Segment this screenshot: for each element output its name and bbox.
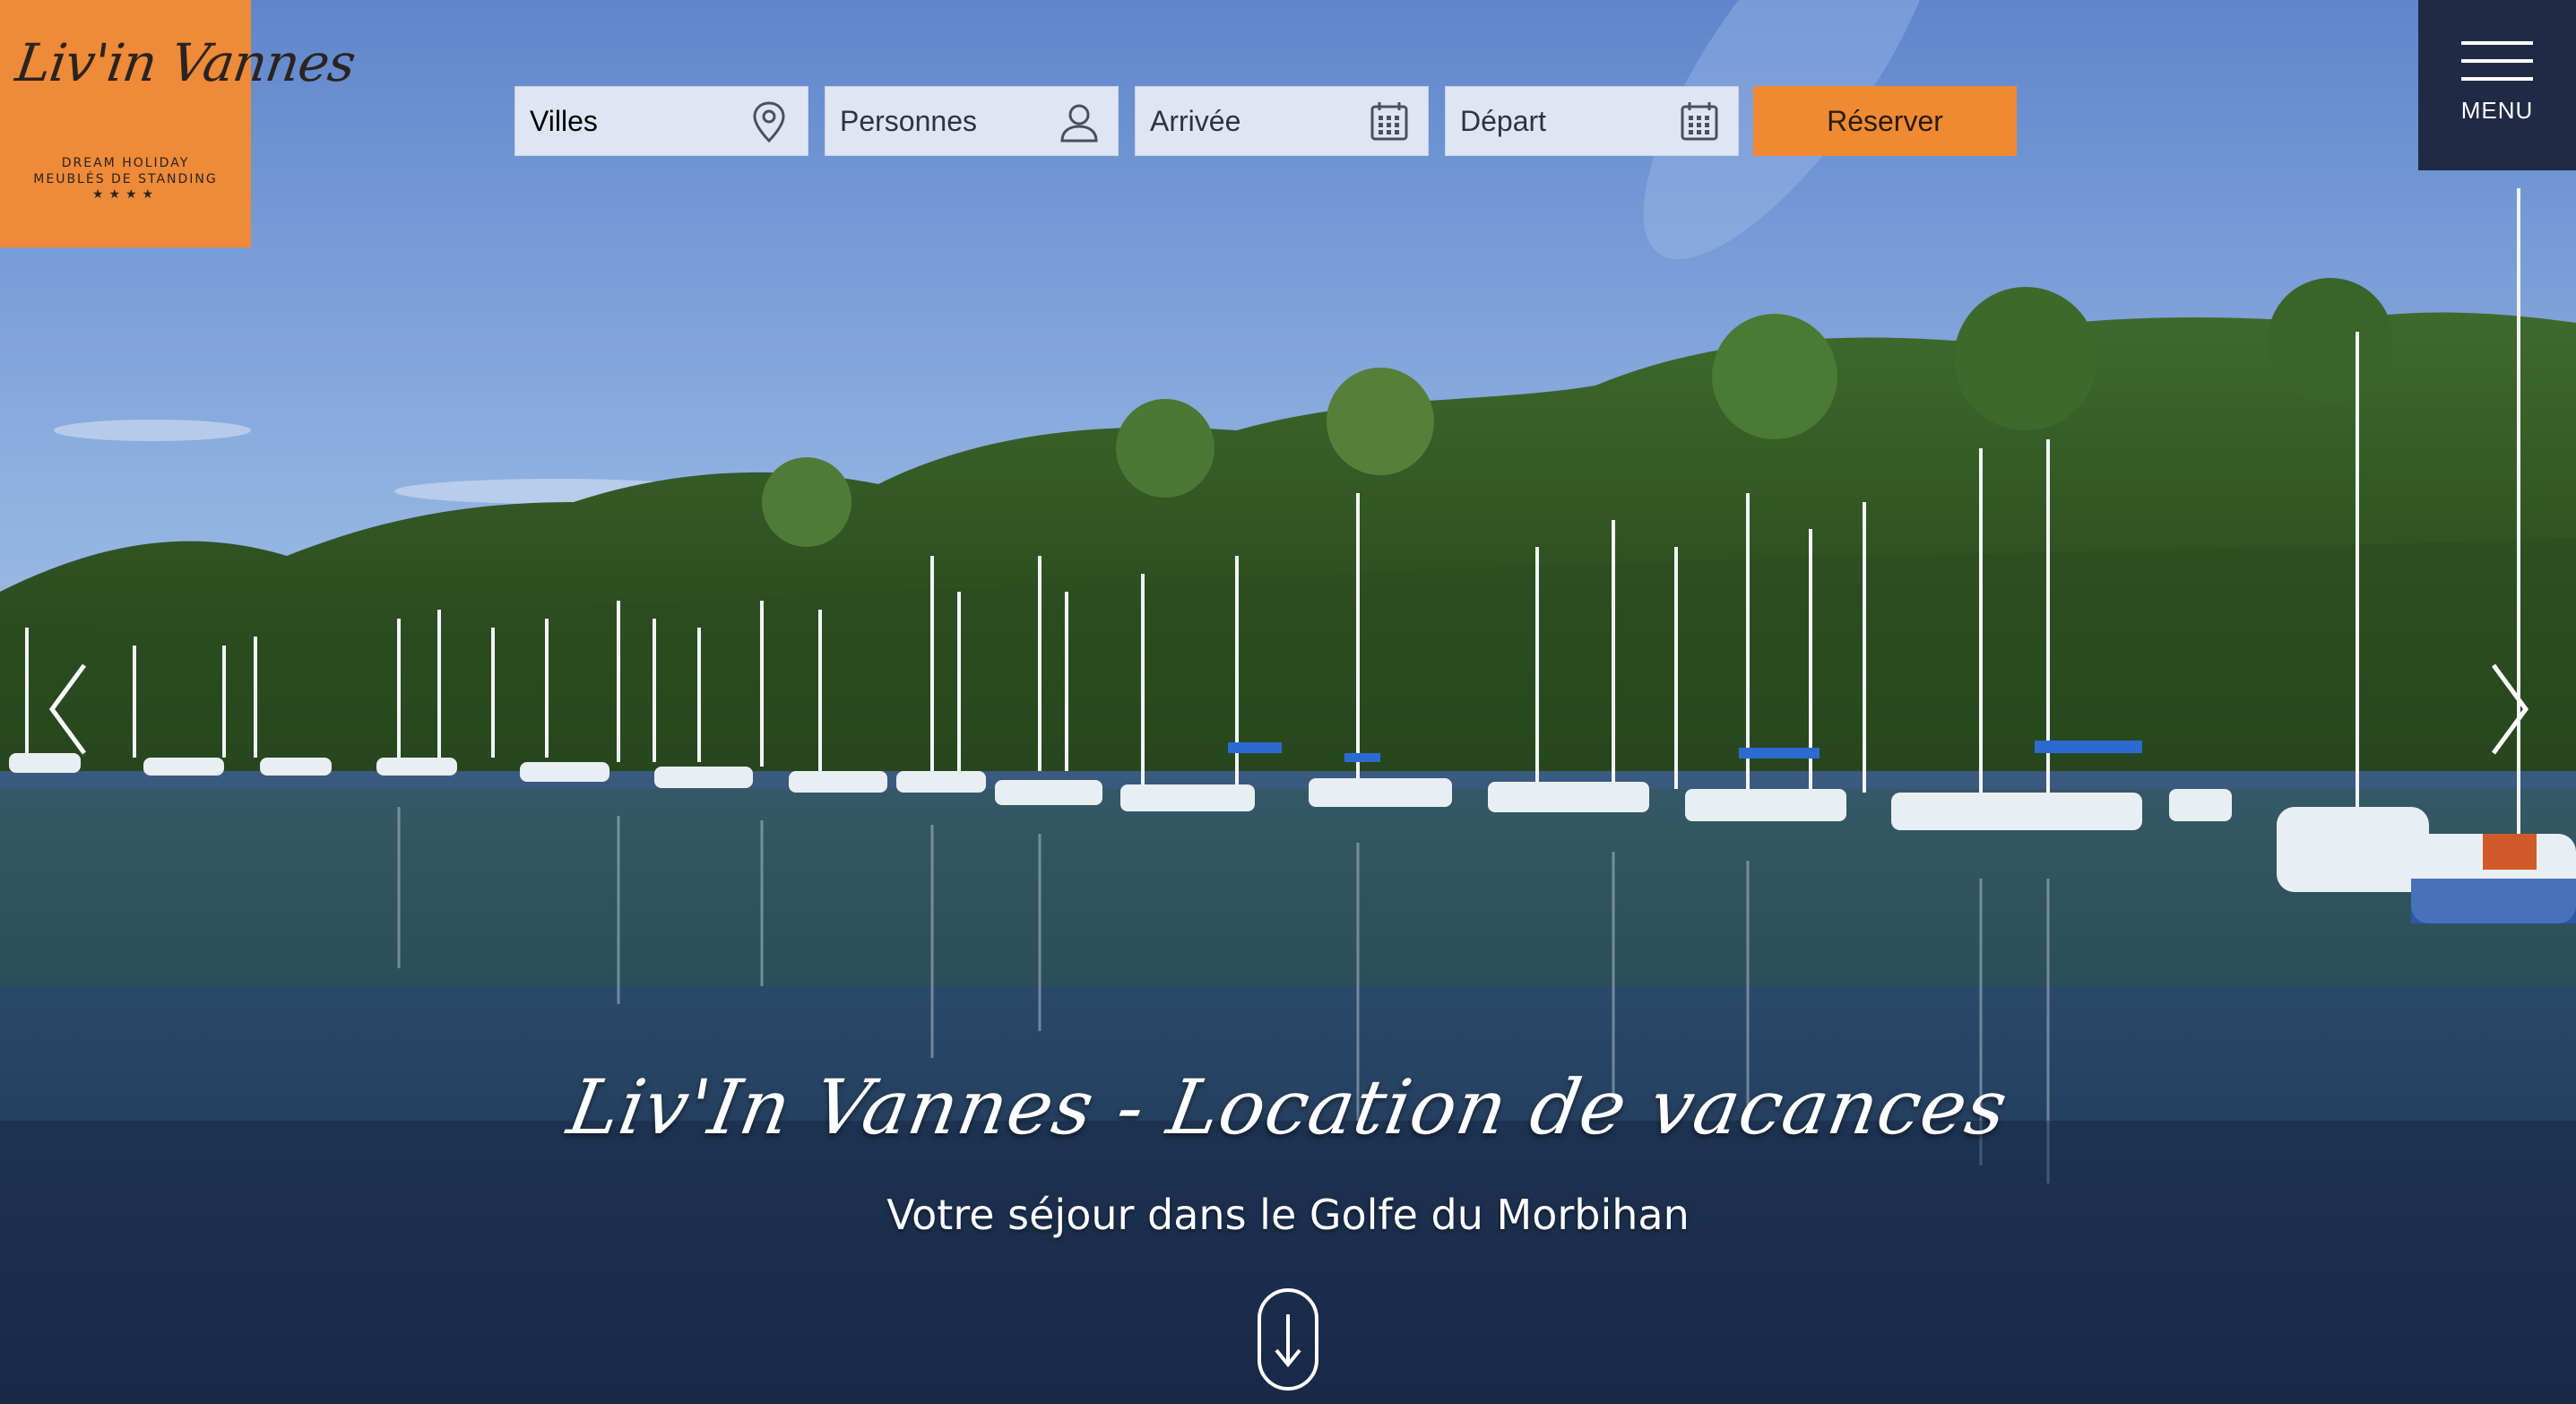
hero-slider: Liv'in Vannes DREAM HOLIDAY MEUBLÉS DE S… [0,0,2576,1404]
reserve-button[interactable]: Réserver [1753,86,2017,156]
departure-date-field[interactable]: Départ [1445,86,1739,156]
city-field[interactable]: Villes [514,86,808,156]
logo-stars: ★★★★ [91,186,160,201]
arrival-date-field[interactable]: Arrivée [1135,86,1429,156]
guests-field[interactable]: Personnes [825,86,1119,156]
chevron-right-icon[interactable] [2481,660,2535,758]
brand-logo[interactable]: Liv'in Vannes DREAM HOLIDAY MEUBLÉS DE S… [0,0,359,247]
hero-title: Liv'In Vannes - Location de vacances [561,1063,2015,1151]
calendar-icon [1681,102,1718,141]
guests-field-label: Personnes [840,105,977,137]
arrival-field-label: Arrivée [1150,105,1241,137]
menu-label: MENU [2460,97,2534,124]
logo-tagline-1: DREAM HOLIDAY [61,156,190,170]
chevron-left-icon[interactable] [43,660,97,758]
map-pin-icon [753,101,785,143]
hamburger-icon [2461,41,2533,81]
calendar-icon [1370,102,1408,141]
hero-subtitle: Votre séjour dans le Golfe du Morbihan [886,1191,1690,1239]
menu-button[interactable]: MENU [2418,0,2576,170]
arrow-down-icon[interactable] [1257,1287,1319,1391]
user-icon [1060,104,1098,143]
city-field-label: Villes [530,105,598,137]
departure-field-label: Départ [1460,105,1547,137]
logo-tagline-2: MEUBLÉS DE STANDING [33,172,218,186]
logo-script-text: Liv'in Vannes [12,32,359,93]
